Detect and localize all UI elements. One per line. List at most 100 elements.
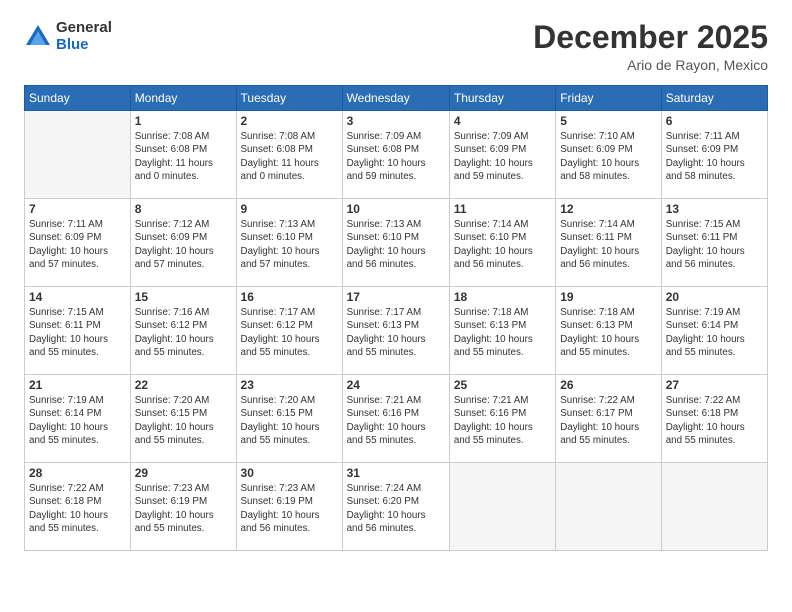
- day-number: 8: [135, 202, 232, 216]
- day-number: 1: [135, 114, 232, 128]
- day-info: Sunrise: 7:11 AM Sunset: 6:09 PM Dayligh…: [666, 130, 763, 183]
- col-monday: Monday: [130, 86, 236, 111]
- day-number: 10: [347, 202, 445, 216]
- day-cell: [25, 111, 131, 199]
- day-number: 11: [454, 202, 551, 216]
- day-number: 28: [29, 466, 126, 480]
- day-info: Sunrise: 7:09 AM Sunset: 6:08 PM Dayligh…: [347, 130, 445, 183]
- day-number: 7: [29, 202, 126, 216]
- day-number: 4: [454, 114, 551, 128]
- day-number: 20: [666, 290, 763, 304]
- day-info: Sunrise: 7:15 AM Sunset: 6:11 PM Dayligh…: [29, 306, 126, 359]
- day-cell: 6 Sunrise: 7:11 AM Sunset: 6:09 PM Daylig…: [661, 111, 767, 199]
- logo-general-text: General: [56, 20, 112, 37]
- day-number: 17: [347, 290, 445, 304]
- day-number: 16: [241, 290, 338, 304]
- day-info: Sunrise: 7:11 AM Sunset: 6:09 PM Dayligh…: [29, 218, 126, 271]
- day-cell: 16 Sunrise: 7:17 AM Sunset: 6:12 PM Dayli…: [236, 287, 342, 375]
- day-info: Sunrise: 7:08 AM Sunset: 6:08 PM Dayligh…: [241, 130, 338, 183]
- day-info: Sunrise: 7:13 AM Sunset: 6:10 PM Dayligh…: [347, 218, 445, 271]
- day-info: Sunrise: 7:14 AM Sunset: 6:10 PM Dayligh…: [454, 218, 551, 271]
- day-number: 24: [347, 378, 445, 392]
- col-wednesday: Wednesday: [342, 86, 449, 111]
- day-cell: [556, 463, 662, 551]
- day-number: 19: [560, 290, 657, 304]
- day-cell: 27 Sunrise: 7:22 AM Sunset: 6:18 PM Dayli…: [661, 375, 767, 463]
- day-cell: 1 Sunrise: 7:08 AM Sunset: 6:08 PM Daylig…: [130, 111, 236, 199]
- logo-blue-text: Blue: [56, 37, 112, 54]
- header-row: Sunday Monday Tuesday Wednesday Thursday…: [25, 86, 768, 111]
- day-info: Sunrise: 7:20 AM Sunset: 6:15 PM Dayligh…: [241, 394, 338, 447]
- day-info: Sunrise: 7:18 AM Sunset: 6:13 PM Dayligh…: [560, 306, 657, 359]
- day-info: Sunrise: 7:21 AM Sunset: 6:16 PM Dayligh…: [347, 394, 445, 447]
- day-number: 22: [135, 378, 232, 392]
- day-number: 14: [29, 290, 126, 304]
- col-thursday: Thursday: [449, 86, 555, 111]
- day-cell: 25 Sunrise: 7:21 AM Sunset: 6:16 PM Dayli…: [449, 375, 555, 463]
- day-cell: 26 Sunrise: 7:22 AM Sunset: 6:17 PM Dayli…: [556, 375, 662, 463]
- day-info: Sunrise: 7:17 AM Sunset: 6:13 PM Dayligh…: [347, 306, 445, 359]
- day-cell: 12Sunrise: 7:14 AM Sunset: 6:11 PM Dayli…: [556, 199, 662, 287]
- day-info: Sunrise: 7:16 AM Sunset: 6:12 PM Dayligh…: [135, 306, 232, 359]
- day-number: 3: [347, 114, 445, 128]
- week-row-4: 21Sunrise: 7:19 AM Sunset: 6:14 PM Dayli…: [25, 375, 768, 463]
- day-info: Sunrise: 7:17 AM Sunset: 6:12 PM Dayligh…: [241, 306, 338, 359]
- day-cell: 11 Sunrise: 7:14 AM Sunset: 6:10 PM Dayli…: [449, 199, 555, 287]
- day-info: Sunrise: 7:12 AM Sunset: 6:09 PM Dayligh…: [135, 218, 232, 271]
- day-info: Sunrise: 7:22 AM Sunset: 6:18 PM Dayligh…: [29, 482, 126, 535]
- day-info: Sunrise: 7:22 AM Sunset: 6:18 PM Dayligh…: [666, 394, 763, 447]
- day-cell: 20 Sunrise: 7:19 AM Sunset: 6:14 PM Dayli…: [661, 287, 767, 375]
- day-cell: 14 Sunrise: 7:15 AM Sunset: 6:11 PM Dayli…: [25, 287, 131, 375]
- day-info: Sunrise: 7:19 AM Sunset: 6:14 PM Dayligh…: [666, 306, 763, 359]
- day-cell: [661, 463, 767, 551]
- col-friday: Friday: [556, 86, 662, 111]
- day-info: Sunrise: 7:21 AM Sunset: 6:16 PM Dayligh…: [454, 394, 551, 447]
- day-number: 25: [454, 378, 551, 392]
- calendar-subtitle: Ario de Rayon, Mexico: [533, 57, 768, 73]
- day-info: Sunrise: 7:23 AM Sunset: 6:19 PM Dayligh…: [135, 482, 232, 535]
- header: General Blue December 2025 Ario de Rayon…: [24, 20, 768, 73]
- calendar-table: Sunday Monday Tuesday Wednesday Thursday…: [24, 85, 768, 551]
- day-cell: 22 Sunrise: 7:20 AM Sunset: 6:15 PM Dayli…: [130, 375, 236, 463]
- day-cell: 21Sunrise: 7:19 AM Sunset: 6:14 PM Dayli…: [25, 375, 131, 463]
- day-number: 30: [241, 466, 338, 480]
- day-cell: 13Sunrise: 7:15 AM Sunset: 6:11 PM Dayli…: [661, 199, 767, 287]
- day-cell: 29 Sunrise: 7:23 AM Sunset: 6:19 PM Dayli…: [130, 463, 236, 551]
- week-row-2: 7 Sunrise: 7:11 AM Sunset: 6:09 PM Daylig…: [25, 199, 768, 287]
- day-info: Sunrise: 7:22 AM Sunset: 6:17 PM Dayligh…: [560, 394, 657, 447]
- col-saturday: Saturday: [661, 86, 767, 111]
- day-info: Sunrise: 7:24 AM Sunset: 6:20 PM Dayligh…: [347, 482, 445, 535]
- day-info: Sunrise: 7:09 AM Sunset: 6:09 PM Dayligh…: [454, 130, 551, 183]
- page: General Blue December 2025 Ario de Rayon…: [0, 0, 792, 612]
- day-info: Sunrise: 7:08 AM Sunset: 6:08 PM Dayligh…: [135, 130, 232, 183]
- day-cell: 30 Sunrise: 7:23 AM Sunset: 6:19 PM Dayli…: [236, 463, 342, 551]
- day-number: 26: [560, 378, 657, 392]
- week-row-5: 28 Sunrise: 7:22 AM Sunset: 6:18 PM Dayli…: [25, 463, 768, 551]
- day-cell: 24 Sunrise: 7:21 AM Sunset: 6:16 PM Dayli…: [342, 375, 449, 463]
- day-cell: 9Sunrise: 7:13 AM Sunset: 6:10 PM Daylig…: [236, 199, 342, 287]
- day-cell: 4 Sunrise: 7:09 AM Sunset: 6:09 PM Daylig…: [449, 111, 555, 199]
- day-number: 27: [666, 378, 763, 392]
- day-info: Sunrise: 7:20 AM Sunset: 6:15 PM Dayligh…: [135, 394, 232, 447]
- day-number: 5: [560, 114, 657, 128]
- day-cell: 8 Sunrise: 7:12 AM Sunset: 6:09 PM Daylig…: [130, 199, 236, 287]
- day-info: Sunrise: 7:23 AM Sunset: 6:19 PM Dayligh…: [241, 482, 338, 535]
- day-info: Sunrise: 7:10 AM Sunset: 6:09 PM Dayligh…: [560, 130, 657, 183]
- day-cell: [449, 463, 555, 551]
- day-number: 13: [666, 202, 763, 216]
- day-info: Sunrise: 7:14 AM Sunset: 6:11 PM Dayligh…: [560, 218, 657, 271]
- week-row-3: 14 Sunrise: 7:15 AM Sunset: 6:11 PM Dayli…: [25, 287, 768, 375]
- title-section: December 2025 Ario de Rayon, Mexico: [533, 20, 768, 73]
- day-number: 6: [666, 114, 763, 128]
- logo-text: General Blue: [56, 20, 112, 53]
- day-info: Sunrise: 7:18 AM Sunset: 6:13 PM Dayligh…: [454, 306, 551, 359]
- day-cell: 2Sunrise: 7:08 AM Sunset: 6:08 PM Daylig…: [236, 111, 342, 199]
- day-cell: 17 Sunrise: 7:17 AM Sunset: 6:13 PM Dayli…: [342, 287, 449, 375]
- day-number: 31: [347, 466, 445, 480]
- day-number: 29: [135, 466, 232, 480]
- day-number: 23: [241, 378, 338, 392]
- day-number: 15: [135, 290, 232, 304]
- week-row-1: 1 Sunrise: 7:08 AM Sunset: 6:08 PM Daylig…: [25, 111, 768, 199]
- day-info: Sunrise: 7:19 AM Sunset: 6:14 PM Dayligh…: [29, 394, 126, 447]
- day-cell: 15 Sunrise: 7:16 AM Sunset: 6:12 PM Dayli…: [130, 287, 236, 375]
